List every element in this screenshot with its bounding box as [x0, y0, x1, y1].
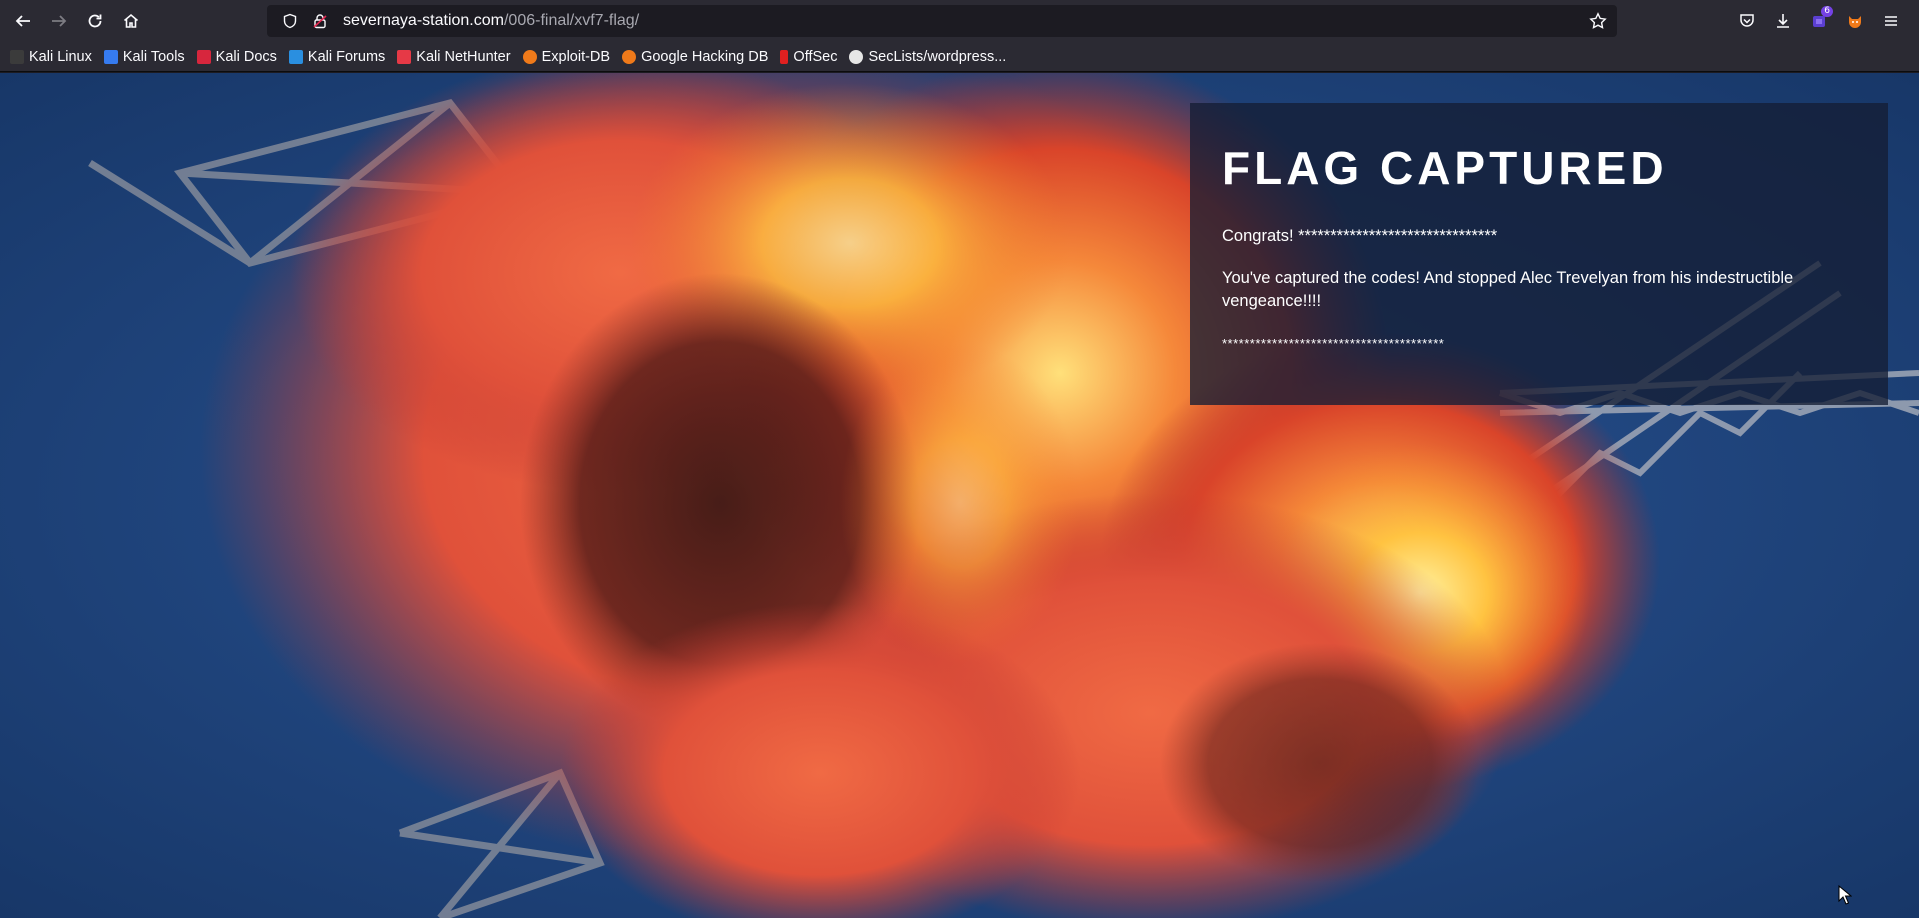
tracking-shield-icon[interactable]: [275, 13, 305, 29]
kali-docs-icon: [196, 49, 211, 64]
forward-button[interactable]: [41, 0, 77, 42]
fox-icon: [1849, 16, 1861, 28]
url-path: /006-final/xvf7-flag/: [503, 12, 640, 29]
masked-stars-text: ****************************************: [1222, 336, 1445, 351]
bookmark-label: Kali Docs: [215, 48, 277, 65]
downloads-button[interactable]: [1765, 0, 1801, 42]
offsec-icon: [780, 49, 789, 64]
arrow-left-icon: [15, 15, 30, 27]
bookmark-kali-tools[interactable]: Kali Tools: [103, 48, 185, 65]
exploit-db-icon: [522, 49, 537, 64]
bookmark-kali-forums[interactable]: Kali Forums: [288, 48, 386, 65]
reload-button[interactable]: [77, 0, 113, 42]
ghdb-icon: [622, 49, 637, 64]
arrow-right-icon: [52, 15, 67, 27]
page-viewport: FLAG CAPTURED Congrats! ****************…: [0, 73, 1919, 918]
home-button[interactable]: [113, 0, 149, 42]
bookmark-star-icon[interactable]: [1589, 12, 1607, 34]
hamburger-menu-icon: [1885, 16, 1897, 26]
mouse-pointer-icon: [1838, 885, 1852, 905]
kali-tools-icon: [103, 49, 118, 64]
nethunter-icon: [397, 49, 412, 64]
extension-badge: 6: [1821, 6, 1833, 17]
message-text: You've captured the codes! And stopped A…: [1222, 269, 1794, 310]
bookmark-seclists-wordpress[interactable]: SecLists/wordpress...: [849, 49, 1006, 65]
reload-icon: [88, 14, 102, 28]
bookmark-label: Kali Linux: [29, 48, 92, 65]
url-domain: severnaya-station.com: [343, 12, 504, 29]
insecure-lock-icon[interactable]: [305, 13, 335, 29]
url-text[interactable]: severnaya-station.com/006-final/xvf7-fla…: [343, 12, 639, 30]
bookmark-kali-nethunter[interactable]: Kali NetHunter: [397, 48, 511, 65]
kali-forums-icon: [288, 49, 303, 64]
bookmark-google-hacking-db[interactable]: Google Hacking DB: [622, 49, 768, 65]
bookmark-label: Kali Tools: [122, 48, 185, 65]
bookmarks-toolbar: Kali Linux Kali Tools Kali Docs Kali For…: [0, 42, 1919, 72]
foxyproxy-button[interactable]: [1837, 0, 1873, 42]
bookmark-label: SecLists/wordpress...: [868, 48, 1007, 65]
bookmark-offsec[interactable]: OffSec: [780, 49, 837, 65]
bookmark-label: OffSec: [793, 48, 838, 65]
bookmark-kali-docs[interactable]: Kali Docs: [196, 48, 277, 65]
menu-button[interactable]: [1873, 0, 1909, 42]
browser-toolbar: severnaya-station.com/006-final/xvf7-fla…: [0, 0, 1919, 42]
flag-panel: FLAG CAPTURED Congrats! ****************…: [1190, 103, 1888, 405]
download-icon: [1777, 14, 1789, 28]
page-title: FLAG CAPTURED: [1222, 142, 1668, 194]
back-button[interactable]: [5, 0, 41, 42]
congrats-text: Congrats! ******************************…: [1222, 227, 1498, 245]
pocket-button[interactable]: [1729, 0, 1765, 42]
home-icon: [123, 13, 139, 28]
extension-button[interactable]: 6: [1801, 0, 1837, 42]
bookmark-exploit-db[interactable]: Exploit-DB: [522, 48, 611, 65]
bookmark-label: Kali NetHunter: [416, 48, 511, 65]
kali-dragon-icon: [10, 49, 24, 64]
github-icon: [849, 49, 864, 64]
pocket-icon: [1740, 14, 1754, 27]
bookmark-label: Google Hacking DB: [641, 48, 769, 65]
bookmark-kali-linux[interactable]: Kali Linux: [10, 49, 92, 65]
bookmark-label: Exploit-DB: [541, 48, 611, 65]
bookmark-label: Kali Forums: [307, 48, 386, 65]
toolbar-right: 6: [1729, 0, 1909, 42]
address-bar[interactable]: severnaya-station.com/006-final/xvf7-fla…: [267, 5, 1617, 37]
